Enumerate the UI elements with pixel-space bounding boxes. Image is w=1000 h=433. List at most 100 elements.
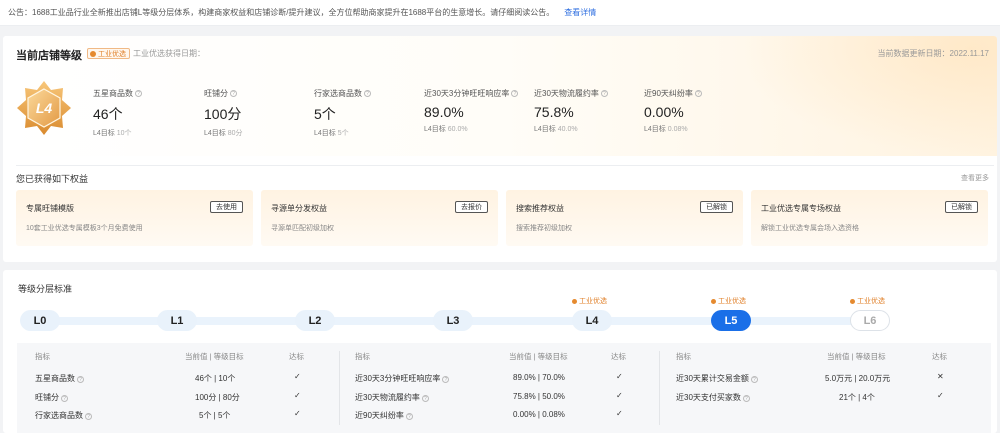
- benefit-unlocked-button[interactable]: 已解锁: [700, 201, 733, 213]
- row-value: 75.8% | 50.0%: [513, 392, 565, 401]
- help-icon[interactable]: ?: [694, 90, 702, 97]
- help-icon[interactable]: ?: [511, 90, 519, 97]
- level-tag: 工业优选: [711, 296, 746, 306]
- benefit-title: 工业优选专属专场权益: [761, 204, 841, 213]
- divider: [16, 165, 994, 166]
- row-metric: 近30天物流履约率?: [355, 392, 429, 403]
- level-tag: 工业优选: [850, 296, 885, 306]
- header-current: 当前值 | 等级目标: [185, 352, 244, 361]
- metric-value: 89.0%: [424, 104, 464, 120]
- row-metric: 近30天3分钟旺旺响应率?: [355, 373, 450, 384]
- header-current: 当前值 | 等级目标: [509, 352, 568, 361]
- benefit-title: 寻源单分发权益: [271, 204, 327, 213]
- help-icon[interactable]: ?: [61, 395, 68, 402]
- store-level-title: 当前店铺等级: [16, 50, 82, 62]
- row-value: 5个 | 5个: [199, 411, 231, 420]
- medal-label: L4: [36, 100, 53, 116]
- level-tag: 工业优选: [572, 296, 607, 306]
- metric-five-star: 五星商品数? 46个 L4目标 10个: [93, 88, 142, 138]
- metric-target: 5个: [337, 130, 349, 137]
- header-current: 当前值 | 等级目标: [827, 352, 886, 361]
- help-icon[interactable]: ?: [442, 376, 450, 383]
- row-metric: 旺铺分?: [35, 392, 68, 403]
- level-medal-icon: L4: [17, 81, 71, 135]
- metric-target: 10个: [116, 130, 132, 137]
- metric-logistics-rate: 近30天物流履约率? 75.8% L4目标 40.0%: [534, 88, 608, 134]
- metric-target-label: L4目标: [314, 130, 336, 137]
- help-icon[interactable]: ?: [750, 376, 758, 383]
- header-metric: 指标: [676, 352, 691, 361]
- tag-icon: [572, 298, 577, 304]
- help-icon[interactable]: ?: [405, 413, 413, 420]
- standards-column: 指标 当前值 | 等级目标 达标 近30天3分钟旺旺响应率? 89.0% | 7…: [339, 343, 659, 433]
- metric-value: 0.00%: [644, 104, 684, 120]
- help-icon[interactable]: ?: [421, 395, 429, 402]
- benefit-unlocked-button[interactable]: 已解锁: [945, 201, 978, 213]
- metric-label: 五星商品数: [93, 89, 133, 98]
- benefit-desc: 10套工业优选专属模板3个月免费使用: [26, 225, 143, 232]
- level-step-l2[interactable]: L2: [295, 310, 335, 331]
- row-metric: 近90天纠纷率?: [355, 410, 413, 421]
- help-icon[interactable]: ?: [600, 90, 608, 97]
- header-reached: 达标: [932, 352, 947, 361]
- benefit-title: 专属旺铺模版: [26, 204, 74, 213]
- notice-detail-link[interactable]: 查看详情: [564, 7, 596, 18]
- benefits-title: 您已获得如下权益: [16, 174, 89, 184]
- header-metric: 指标: [355, 352, 370, 361]
- cross-icon: ✕: [937, 372, 944, 381]
- metric-label: 行家选商品数: [314, 89, 362, 98]
- benefit-use-button[interactable]: 去使用: [210, 201, 243, 213]
- help-icon[interactable]: ?: [364, 90, 371, 97]
- level-step-l1[interactable]: L1: [157, 310, 197, 331]
- check-icon: ✓: [616, 391, 623, 400]
- metric-target: 80分: [227, 130, 243, 137]
- header-reached: 达标: [289, 352, 304, 361]
- standards-column: 指标 当前值 | 等级目标 达标 五星商品数? 46个 | 10个 ✓ 旺铺分?…: [17, 343, 339, 433]
- metric-label: 旺铺分: [204, 89, 228, 98]
- check-icon: ✓: [294, 409, 301, 418]
- help-icon[interactable]: ?: [85, 413, 92, 420]
- store-level-card: 当前店铺等级 工业优选 工业优选获得日期： 当前数据更新日期：2022.11.1…: [3, 36, 997, 262]
- help-icon[interactable]: ?: [77, 376, 84, 383]
- metric-dispute-rate: 近90天纠纷率? 0.00% L4目标 0.08%: [644, 88, 702, 134]
- row-value: 46个 | 10个: [195, 374, 236, 383]
- help-icon[interactable]: ?: [742, 395, 750, 402]
- benefit-card: 专属旺铺模版 10套工业优选专属模板3个月免费使用 去使用: [16, 190, 253, 246]
- level-step-l3[interactable]: L3: [433, 310, 473, 331]
- benefit-desc: 寻源单匹配初级加权: [271, 225, 334, 232]
- benefit-card: 寻源单分发权益 寻源单匹配初级加权 去报价: [261, 190, 498, 246]
- benefit-card: 搜索推荐权益 搜索推荐初级加权 已解锁: [506, 190, 743, 246]
- row-value: 89.0% | 70.0%: [513, 373, 565, 382]
- level-step-l4[interactable]: L4: [572, 310, 612, 331]
- standards-table: 指标 当前值 | 等级目标 达标 五星商品数? 46个 | 10个 ✓ 旺铺分?…: [17, 343, 991, 433]
- level-step-l6[interactable]: L6: [850, 310, 890, 331]
- metric-target: 40.0%: [557, 126, 578, 133]
- row-value: 0.00% | 0.08%: [513, 410, 565, 419]
- row-value: 21个 | 4个: [839, 393, 875, 402]
- metric-value: 46个: [93, 106, 123, 122]
- level-step-l5[interactable]: L5: [711, 310, 751, 331]
- check-icon: ✓: [616, 372, 623, 381]
- benefits-more-link[interactable]: 查看更多: [961, 173, 989, 183]
- metric-value: 5个: [314, 106, 336, 122]
- metric-value: 100分: [204, 106, 242, 122]
- help-icon[interactable]: ?: [230, 90, 237, 97]
- row-metric: 近30天累计交易金额?: [676, 373, 758, 384]
- badge-date-label: 工业优选获得日期：: [133, 49, 205, 58]
- benefit-quote-button[interactable]: 去报价: [455, 201, 488, 213]
- notice-text: 公告：1688工业品行业全新推出店铺L等级分层体系，构建商家权益和店铺诊断/提升…: [8, 8, 555, 17]
- standards-title: 等级分层标准: [18, 284, 73, 294]
- metric-value: 75.8%: [534, 104, 574, 120]
- metric-target-label: L4目标: [204, 130, 226, 137]
- badge-label: 工业优选: [98, 50, 126, 58]
- benefit-desc: 搜索推荐初级加权: [516, 225, 572, 232]
- level-standards-card: 等级分层标准 L0 L1 L2 L3 工业优选 L4 工业优选 L5 工业优选 …: [3, 270, 997, 433]
- header-reached: 达标: [611, 352, 626, 361]
- badge-icon: [90, 50, 96, 57]
- metric-target-label: L4目标: [424, 126, 446, 133]
- level-step-l0[interactable]: L0: [20, 310, 60, 331]
- notice-bar: 公告：1688工业品行业全新推出店铺L等级分层体系，构建商家权益和店铺诊断/提升…: [0, 0, 1000, 26]
- benefit-card: 工业优选专属专场权益 解锁工业优选专属会场入选资格 已解锁: [751, 190, 988, 246]
- help-icon[interactable]: ?: [135, 90, 142, 97]
- check-icon: ✓: [937, 391, 944, 400]
